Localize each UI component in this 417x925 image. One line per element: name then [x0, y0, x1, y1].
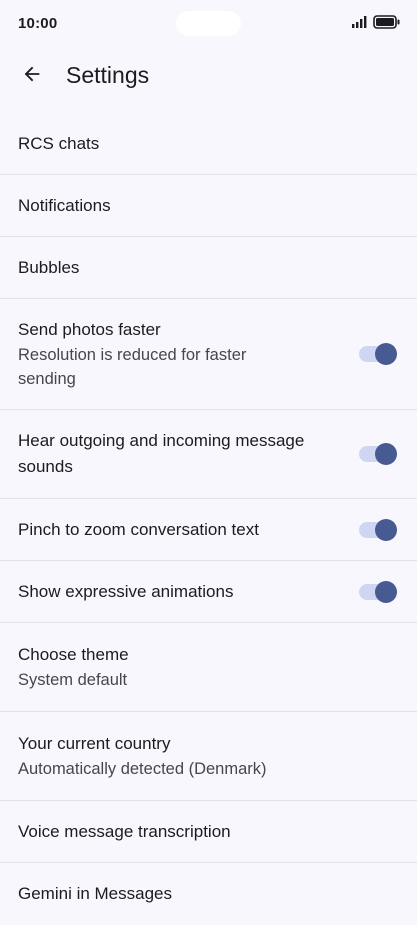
expressive-animations-toggle[interactable] — [359, 580, 397, 604]
setting-message-sounds[interactable]: Hear outgoing and incoming message sound… — [0, 410, 417, 499]
toggle-thumb — [375, 518, 397, 541]
setting-title: Bubbles — [18, 257, 80, 277]
setting-notifications[interactable]: Notifications — [0, 175, 417, 237]
settings-list: RCS chats Notifications Bubbles Send pho… — [0, 113, 417, 925]
setting-title: Hear outgoing and incoming message sound… — [18, 431, 305, 476]
setting-title: Gemini in Messages — [18, 884, 173, 903]
camera-cutout — [176, 11, 241, 36]
arrow-back-icon — [21, 63, 43, 90]
setting-send-photos-faster[interactable]: Send photos faster Resolution is reduced… — [0, 299, 417, 410]
setting-title: Your current country — [18, 734, 171, 753]
setting-subtitle: Resolution is reduced for faster sending — [18, 346, 247, 388]
signal-icon — [352, 15, 368, 33]
app-bar: Settings — [0, 48, 417, 106]
setting-subtitle: System default — [18, 671, 128, 689]
pinch-to-zoom-toggle[interactable] — [359, 518, 397, 542]
setting-choose-theme[interactable]: Choose theme System default — [0, 623, 417, 712]
battery-icon — [373, 14, 401, 34]
status-time: 10:00 — [18, 15, 58, 32]
status-icons — [352, 14, 401, 34]
page-title: Settings — [66, 62, 150, 88]
back-button[interactable] — [12, 56, 52, 96]
setting-expressive-animations[interactable]: Show expressive animations — [0, 561, 417, 623]
setting-title: Voice message transcription — [18, 821, 231, 841]
send-photos-faster-toggle[interactable] — [359, 342, 397, 366]
setting-gemini[interactable]: Gemini in Messages — [0, 863, 417, 925]
setting-title: Show expressive animations — [18, 581, 234, 601]
toggle-thumb — [375, 443, 397, 465]
setting-title: RCS chats — [18, 133, 100, 153]
toggle-thumb — [375, 580, 397, 603]
setting-subtitle: Automatically detected (Denmark) — [18, 760, 267, 778]
setting-voice-transcription[interactable]: Voice message transcription — [0, 801, 417, 863]
status-bar: 10:00 — [0, 0, 417, 48]
setting-title: Pinch to zoom conversation text — [18, 519, 259, 539]
setting-current-country[interactable]: Your current country Automatically detec… — [0, 712, 417, 801]
setting-rcs-chats[interactable]: RCS chats — [0, 113, 417, 175]
message-sounds-toggle[interactable] — [359, 442, 397, 466]
setting-title: Choose theme — [18, 645, 129, 664]
setting-pinch-to-zoom[interactable]: Pinch to zoom conversation text — [0, 499, 417, 561]
setting-title: Notifications — [18, 195, 111, 215]
setting-bubbles[interactable]: Bubbles — [0, 237, 417, 299]
setting-title: Send photos faster — [18, 320, 161, 339]
toggle-thumb — [375, 343, 397, 365]
